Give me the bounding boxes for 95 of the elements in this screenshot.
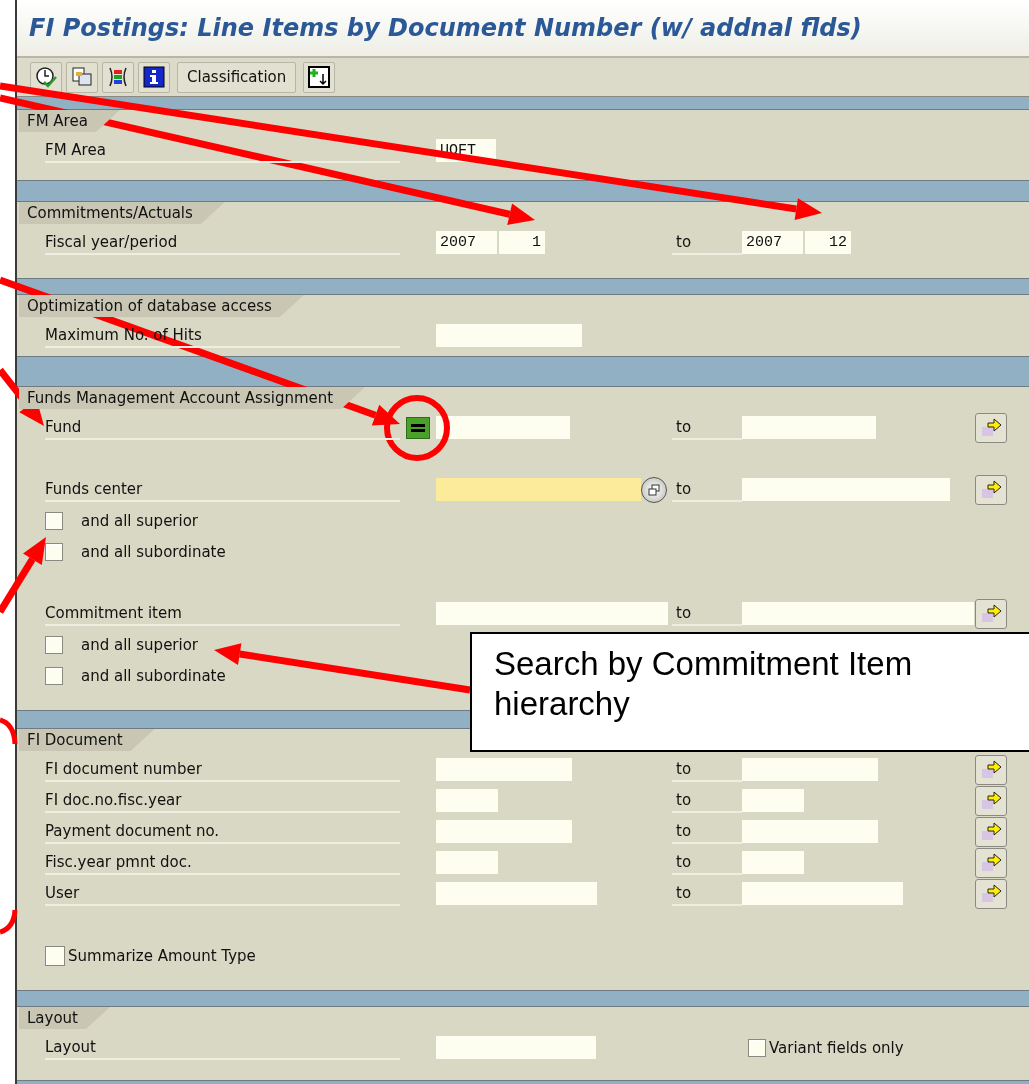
to-label: to (676, 882, 692, 904)
field-label: Fisc.year pmnt doc. (45, 850, 400, 875)
input-field[interactable] (742, 820, 878, 843)
section-title: Optimization of database access (19, 295, 304, 317)
input-field[interactable] (436, 324, 582, 347)
input-field[interactable] (742, 758, 878, 781)
input-field[interactable] (436, 758, 572, 781)
input-field[interactable] (742, 882, 903, 905)
to-label: to (676, 602, 692, 624)
import-button[interactable] (303, 61, 336, 93)
input-field[interactable]: 12 (805, 231, 851, 254)
arrow-icon (980, 759, 1002, 780)
multiple-selection-button[interactable] (975, 816, 1007, 847)
input-field[interactable] (436, 851, 498, 874)
callout-box: Search by Commitment Item hierarchy (470, 632, 1029, 752)
execute-button[interactable] (30, 61, 62, 93)
multiple-selection-button[interactable] (975, 785, 1007, 816)
field-label: FI doc.no.fisc.year (45, 788, 400, 813)
input-field[interactable] (436, 1036, 596, 1059)
to-label: to (676, 758, 692, 780)
equals-icon (411, 422, 425, 433)
checkbox-label: and all subordinate (81, 666, 226, 685)
copy-icon (71, 66, 93, 88)
section-title: Layout (19, 1007, 110, 1029)
overlapping-squares-icon (648, 483, 660, 496)
checkbox-label: and all subordinate (81, 542, 226, 561)
field-label: Commitment item (45, 601, 400, 626)
checkbox[interactable] (748, 1038, 766, 1057)
to-label: to (676, 478, 692, 500)
input-field[interactable] (436, 820, 572, 843)
checkbox-label: and all superior (81, 635, 199, 654)
input-field[interactable] (436, 882, 597, 905)
to-label: to (676, 231, 692, 253)
input-field[interactable]: 1 (499, 231, 545, 254)
input-field[interactable] (436, 416, 570, 439)
field-label: User (45, 881, 400, 906)
info-button[interactable] (138, 61, 170, 93)
import-icon (308, 66, 331, 88)
input-field[interactable] (742, 602, 974, 625)
colors-button[interactable] (102, 61, 134, 93)
arrow-icon (980, 603, 1002, 624)
input-field[interactable] (742, 478, 950, 501)
multiple-selection-button[interactable] (975, 412, 1007, 443)
selection-option-button[interactable] (406, 416, 430, 439)
bracket-mark (0, 717, 18, 745)
to-label: to (676, 789, 692, 811)
multiple-selection-button[interactable] (975, 847, 1007, 878)
field-label: Payment document no. (45, 819, 400, 844)
info-icon (143, 66, 165, 88)
execute-icon (35, 66, 57, 88)
copy-button[interactable] (66, 61, 98, 93)
to-label: to (676, 851, 692, 873)
to-label: to (676, 820, 692, 842)
section-title: FM Area (19, 110, 120, 132)
arrow-icon (980, 852, 1002, 873)
classification-button[interactable]: Classification (177, 61, 297, 93)
multiple-selection-button[interactable] (975, 878, 1007, 909)
checkbox-label: Summarize Amount Type (68, 946, 256, 965)
checkbox[interactable] (45, 945, 65, 966)
arrow-icon (980, 479, 1002, 500)
hierarchy-button[interactable] (641, 476, 667, 503)
arrow-icon (980, 883, 1002, 904)
section-title: FI Document (19, 729, 155, 751)
field-label: Fiscal year/period (45, 230, 400, 255)
section-title: Commitments/Actuals (19, 202, 225, 224)
checkbox-label: and all superior (81, 511, 199, 530)
input-field[interactable] (742, 789, 804, 812)
field-label: FM Area (45, 138, 400, 163)
bracket-mark (0, 909, 18, 935)
input-field[interactable] (742, 416, 876, 439)
input-field[interactable] (742, 851, 804, 874)
multiple-selection-button[interactable] (975, 754, 1007, 785)
input-field[interactable] (436, 478, 641, 501)
checkbox[interactable] (45, 542, 63, 561)
to-label: to (676, 416, 692, 438)
color-legend-icon (107, 66, 129, 88)
multiple-selection-button[interactable] (975, 598, 1007, 629)
highlight-circle (384, 395, 450, 461)
input-field[interactable]: 2007 (436, 231, 497, 254)
input-field[interactable]: 2007 (742, 231, 803, 254)
arrow-icon (980, 790, 1002, 811)
field-label: Layout (45, 1035, 400, 1060)
input-field[interactable] (436, 602, 668, 625)
field-label: FI document number (45, 757, 400, 782)
arrow-icon (980, 821, 1002, 842)
checkbox[interactable] (45, 635, 63, 654)
checkbox-label: Variant fields only (769, 1038, 904, 1057)
multiple-selection-button[interactable] (975, 474, 1007, 505)
field-label: Funds center (45, 477, 400, 502)
input-field[interactable] (436, 789, 498, 812)
window-title: FI Postings: Line Items by Document Number (w/ addnal flds) (28, 13, 862, 42)
arrow-icon (980, 417, 1002, 438)
checkbox[interactable] (45, 511, 63, 530)
section-title: Funds Management Account Assignment (19, 387, 366, 409)
checkbox[interactable] (45, 666, 63, 685)
